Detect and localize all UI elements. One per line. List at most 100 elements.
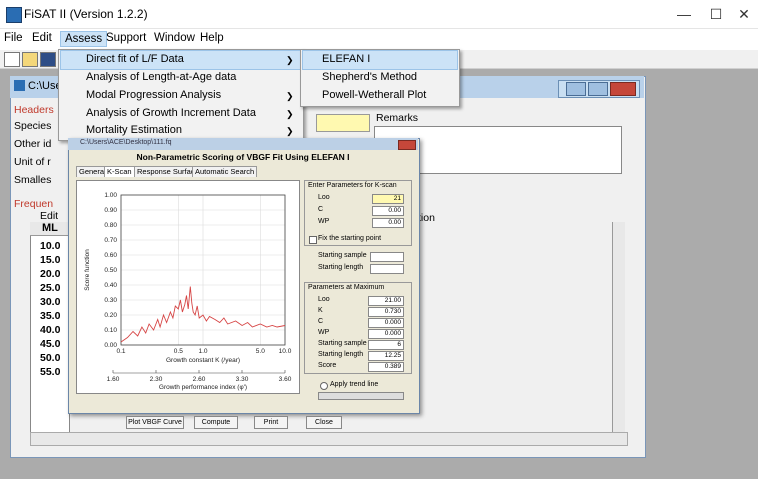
max-params-label: Parameters at Maximum — [308, 284, 385, 291]
max-start-sample-value: 6 — [368, 340, 404, 350]
x2-tick-label: 2.30 — [150, 376, 163, 383]
window-title: FiSAT II (Version 1.2.2) — [24, 7, 148, 21]
table-cell[interactable]: 40.0 — [40, 324, 60, 336]
start-sample-select[interactable] — [370, 252, 404, 262]
table-cell[interactable]: 10.0 — [40, 240, 60, 252]
maximize-button[interactable]: ☐ — [702, 4, 730, 24]
y-tick-label: 0.10 — [104, 327, 117, 334]
document-icon — [14, 80, 25, 91]
start-length-select[interactable] — [370, 264, 404, 274]
chevron-right-icon: ❯ — [286, 55, 294, 65]
y-tick-label: 1.00 — [104, 192, 117, 199]
chevron-right-icon: ❯ — [286, 126, 294, 136]
max-loo-label: Loo — [318, 296, 330, 303]
kscan-plot: 1.00 0.90 0.80 0.70 0.60 0.50 0.40 0.30 0.20 0.10… — [76, 180, 300, 394]
trend-line-label: Apply trend line — [330, 381, 379, 388]
dialog-close-button[interactable] — [398, 140, 416, 150]
table-cell[interactable]: 35.0 — [40, 310, 60, 322]
chevron-right-icon: ❯ — [286, 109, 294, 119]
y-tick-label: 0.80 — [104, 222, 117, 229]
species-label: Species — [14, 120, 52, 132]
table-cell[interactable]: 50.0 — [40, 352, 60, 364]
score-value: 0.389 — [368, 362, 404, 372]
x-tick-label: 1.0 — [198, 348, 207, 355]
compute-button[interactable]: Compute — [194, 416, 238, 429]
menu-item-modal-progression[interactable]: Modal Progression Analysis — [86, 89, 221, 101]
vertical-scrollbar[interactable] — [612, 222, 625, 432]
table-cell[interactable]: 20.0 — [40, 268, 60, 280]
minimize-button[interactable]: — — [670, 4, 698, 24]
wp-input[interactable]: 0.00 — [372, 218, 404, 228]
max-start-length-value: 12.25 — [368, 351, 404, 361]
open-folder-icon[interactable] — [22, 52, 38, 67]
max-wp-label: WP — [318, 329, 330, 336]
max-start-sample-label: Starting sample — [318, 340, 367, 347]
menu-item-shepherd[interactable]: Shepherd's Method — [322, 71, 417, 83]
y-tick-label: 0.70 — [104, 237, 117, 244]
menu-support[interactable]: Support — [106, 32, 146, 44]
menu-window[interactable]: Window — [154, 32, 195, 44]
dialog-path: C:\Users\ACE\Desktop\111.fq — [80, 139, 172, 146]
y-tick-label: 0.00 — [104, 342, 117, 349]
new-file-icon[interactable] — [4, 52, 20, 67]
y-tick-label: 0.20 — [104, 312, 117, 319]
menu-item-growth-increment[interactable]: Analysis of Growth Increment Data — [86, 107, 256, 119]
x-axis-label: Growth constant K (/year) — [166, 357, 240, 364]
x-tick-label: 10.0 — [279, 348, 292, 355]
plot-vbgf-button[interactable]: Plot VBGF Curve — [126, 416, 184, 429]
menu-help[interactable]: Help — [200, 32, 224, 44]
kscan-chart-svg: 1.000.900.800.700.600.500.400.300.200.10… — [84, 192, 292, 391]
table-cell[interactable]: 15.0 — [40, 254, 60, 266]
unit-label: Unit of r — [14, 156, 51, 168]
fix-start-checkbox[interactable] — [309, 236, 317, 244]
loo-input[interactable]: 21 — [372, 194, 404, 204]
grid-header-ml: ML — [30, 222, 68, 236]
horizontal-scrollbar[interactable] — [30, 432, 628, 446]
start-length-label: Starting length — [318, 264, 364, 271]
y-tick-label: 0.50 — [104, 267, 117, 274]
table-cell[interactable]: 45.0 — [40, 338, 60, 350]
chevron-right-icon: ❯ — [286, 91, 294, 101]
menu-assess[interactable]: Assess — [60, 31, 108, 47]
start-sample-label: Starting sample — [318, 252, 367, 259]
child-maximize-button[interactable] — [588, 82, 608, 96]
menu-item-elefan-i[interactable]: ELEFAN I — [322, 53, 370, 65]
tab-automatic-search[interactable]: Automatic Search — [192, 166, 258, 177]
table-cell[interactable]: 30.0 — [40, 296, 60, 308]
kscan-params-label: Enter Parameters for K-scan — [308, 182, 397, 189]
max-c-value: 0.000 — [368, 318, 404, 328]
x-tick-label: 0.1 — [116, 348, 125, 355]
menu-edit[interactable]: Edit — [32, 32, 52, 44]
position-label: tion — [418, 212, 435, 224]
max-wp-value: 0.000 — [368, 329, 404, 339]
trend-line-checkbox[interactable] — [320, 382, 328, 390]
child-minimize-button[interactable] — [566, 82, 586, 96]
trend-slider[interactable] — [318, 392, 404, 400]
child-close-button[interactable] — [610, 82, 636, 96]
species-input[interactable] — [316, 114, 370, 132]
save-icon[interactable] — [40, 52, 56, 67]
data-file-title: C:\Use — [28, 80, 62, 92]
c-label: C — [318, 206, 324, 213]
headers-label: Headers — [14, 104, 54, 116]
smallest-label: Smalles — [14, 174, 52, 186]
close-dialog-button[interactable]: Close — [306, 416, 342, 429]
x-tick-label: 5.0 — [256, 348, 265, 355]
y-tick-label: 0.60 — [104, 252, 117, 259]
table-cell[interactable]: 55.0 — [40, 366, 60, 378]
menu-file[interactable]: File — [4, 32, 23, 44]
c-input[interactable]: 0.00 — [372, 206, 404, 216]
menu-item-length-at-age[interactable]: Analysis of Length-at-Age data — [86, 71, 236, 83]
menu-item-direct-fit[interactable]: Direct fit of L/F Data — [86, 53, 184, 65]
y-axis-label: Score function — [84, 249, 91, 291]
y-tick-label: 0.30 — [104, 297, 117, 304]
close-button[interactable]: ✕ — [730, 4, 758, 24]
print-button[interactable]: Print — [254, 416, 288, 429]
menu-item-powell-wetherall[interactable]: Powell-Wetherall Plot — [322, 89, 426, 101]
loo-label: Loo — [318, 194, 330, 201]
remarks-label: Remarks — [376, 112, 419, 124]
x2-tick-label: 1.60 — [107, 376, 120, 383]
menu-item-mortality[interactable]: Mortality Estimation — [86, 124, 182, 136]
table-cell[interactable]: 25.0 — [40, 282, 60, 294]
tab-k-scan[interactable]: K-Scan — [104, 166, 135, 177]
